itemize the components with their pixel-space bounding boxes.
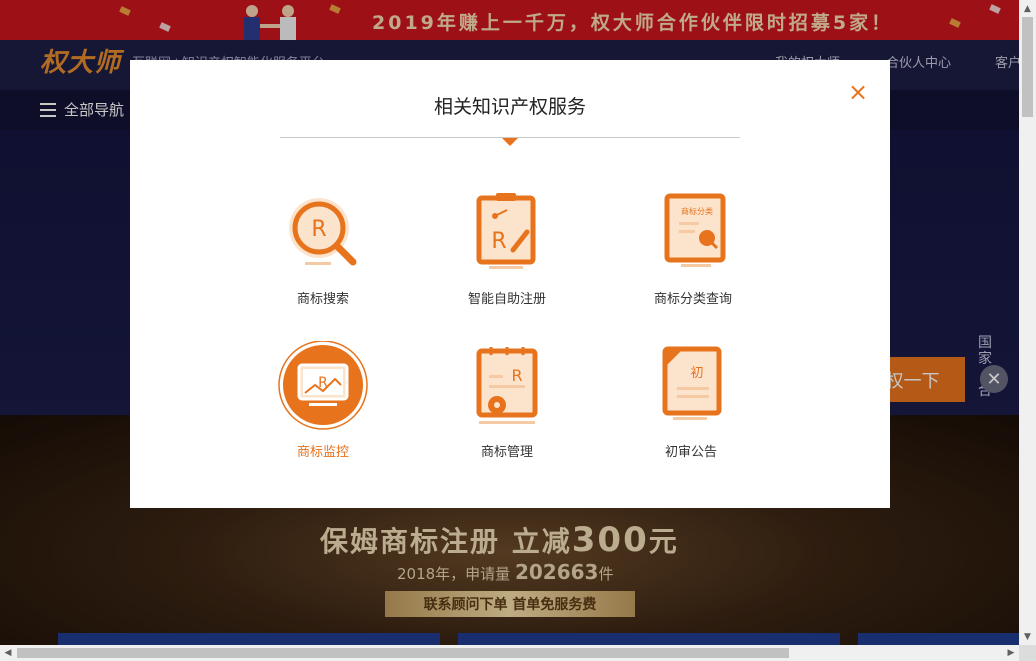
trademark-management-icon: R: [476, 347, 538, 424]
scroll-left-icon[interactable]: ◀: [0, 645, 16, 661]
scroll-right-icon[interactable]: ▶: [1003, 645, 1019, 661]
modal-title: 相关知识产权服务: [433, 96, 586, 118]
vertical-scrollbar[interactable]: ▲ ▼: [1019, 0, 1036, 645]
service-label: 智能自助注册: [467, 292, 546, 307]
service-preliminary-announcement[interactable]: 初 初审公告: [616, 341, 766, 460]
icon-caption: 初: [690, 366, 703, 381]
service-trademark-management[interactable]: R 商标管理: [432, 341, 582, 460]
service-label: 商标搜索: [296, 292, 349, 307]
divider-arrow-icon: [502, 138, 518, 146]
scroll-up-icon[interactable]: ▲: [1019, 0, 1036, 17]
smart-self-register-icon: R: [476, 193, 536, 269]
trademark-monitor-icon: R: [278, 340, 368, 430]
service-trademark-class-query[interactable]: 商标分类 商标分类查询: [618, 188, 768, 307]
trademark-class-query-icon: 商标分类: [664, 193, 726, 267]
services-modal: 相关知识产权服务 × R 商标搜索 R 智能自助注册 商标分类 商标分类查询 R…: [130, 60, 890, 508]
service-label: 商标分类查询: [653, 292, 732, 307]
trademark-search-icon: R: [289, 198, 357, 266]
service-trademark-search[interactable]: R 商标搜索: [248, 188, 398, 307]
service-smart-self-register[interactable]: R 智能自助注册: [432, 188, 582, 307]
horizontal-scrollbar[interactable]: ◀ ▶: [0, 645, 1019, 661]
vertical-scroll-thumb[interactable]: [1022, 17, 1033, 117]
close-icon[interactable]: ×: [846, 80, 870, 104]
preliminary-announcement-icon: 初: [662, 346, 722, 420]
scroll-down-icon[interactable]: ▼: [1019, 628, 1036, 645]
svg-text:R: R: [311, 217, 326, 242]
service-trademark-monitor[interactable]: R 商标监控: [248, 340, 398, 460]
svg-text:R: R: [511, 366, 522, 385]
svg-text:R: R: [491, 229, 506, 254]
service-label: 商标管理: [480, 445, 533, 460]
scrollbar-corner: [1019, 645, 1036, 661]
service-label: 商标监控: [296, 445, 349, 460]
icon-caption: 商标分类: [681, 206, 713, 216]
horizontal-scroll-thumb[interactable]: [17, 648, 789, 658]
service-label: 初审公告: [664, 445, 717, 460]
